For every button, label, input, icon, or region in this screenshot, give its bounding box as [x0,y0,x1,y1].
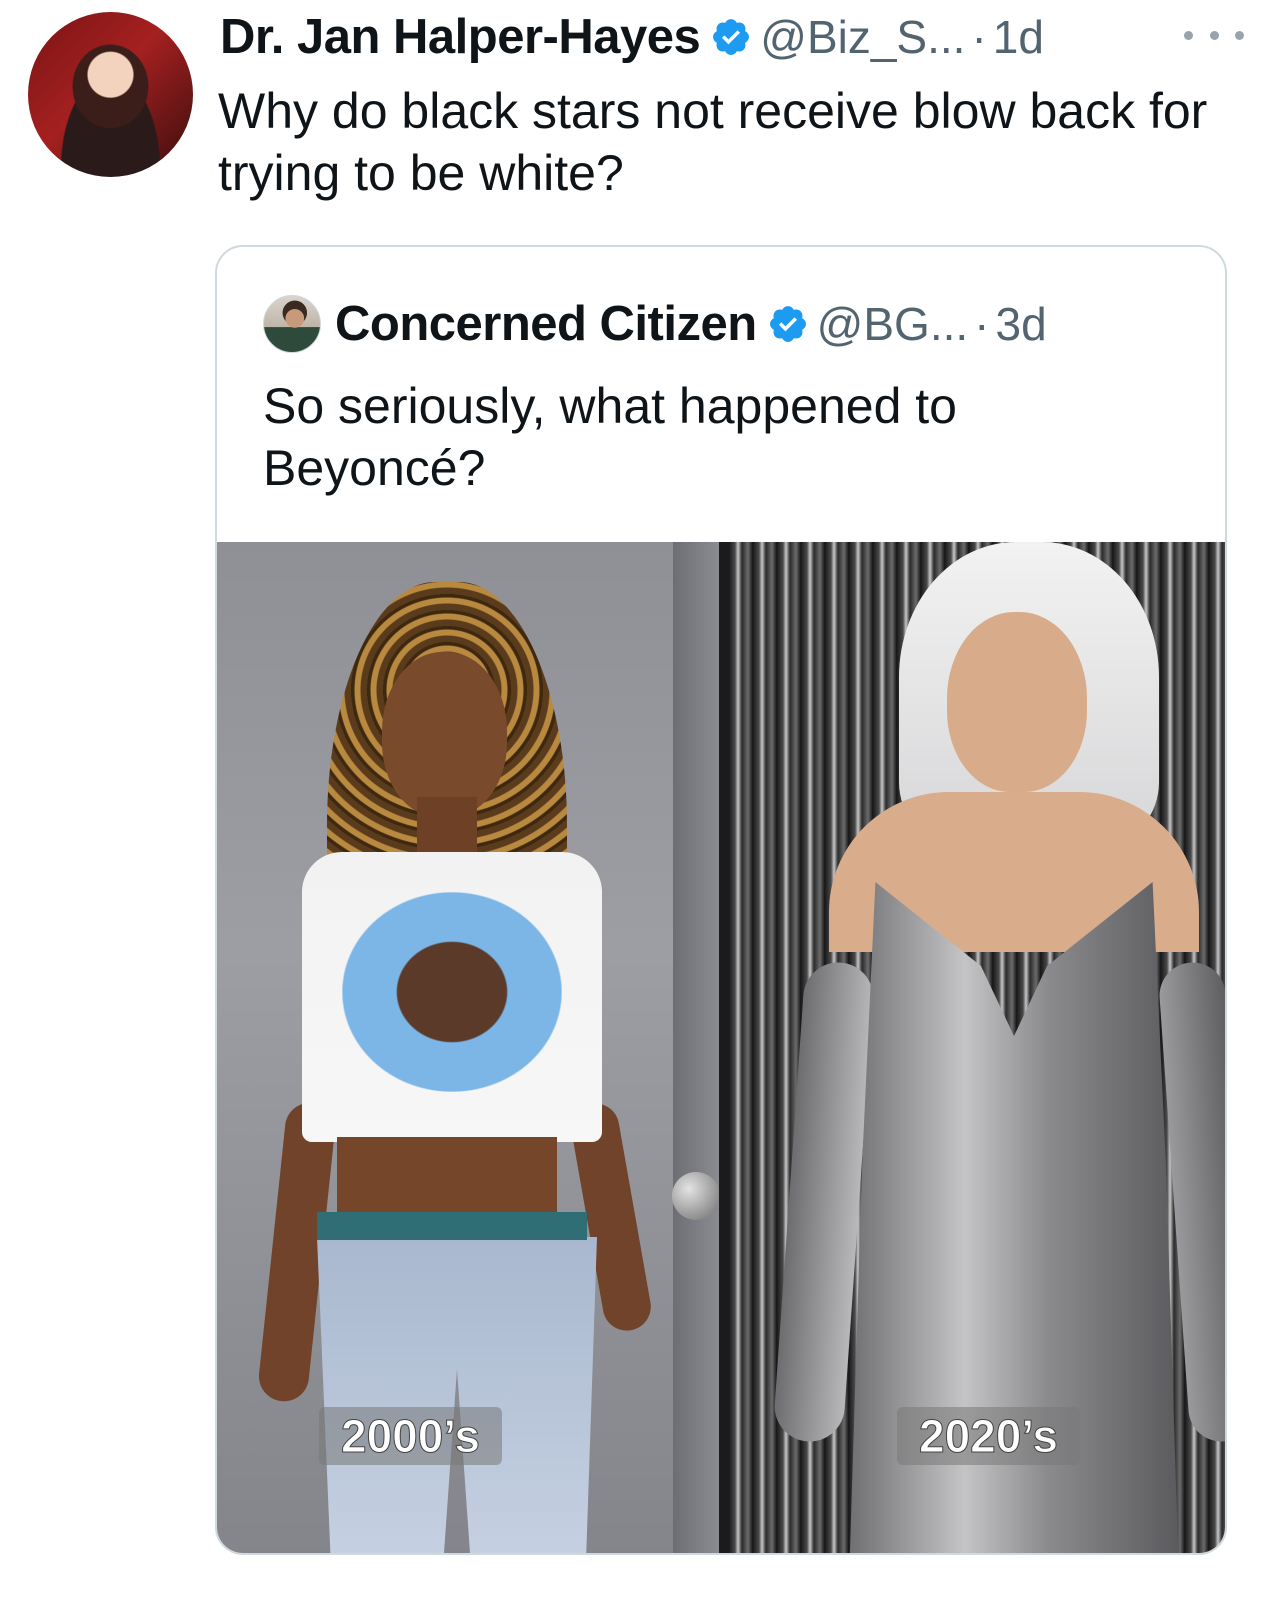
quoted-tweet-text: So seriously, what happened to Beyoncé? [263,378,957,496]
figure-belt [317,1212,587,1240]
photo-2020s[interactable]: 2020’s [729,542,1225,1553]
quoted-author-display-name[interactable]: Concerned Citizen [335,296,757,352]
tweet-header: Dr. Jan Halper-Hayes @Biz_S... · 1d [220,8,1044,66]
quoted-author-avatar[interactable] [263,295,321,353]
quoted-tweet-header: Concerned Citizen @BG... · 3d [263,293,1047,355]
separator-dot: · [971,11,987,63]
separator-dot: · [974,298,990,350]
quoted-tweet-card[interactable]: Concerned Citizen @BG... · 3d So serious… [215,245,1227,1555]
figure-jeans [317,1237,597,1553]
door-background [673,542,719,1553]
more-options-icon[interactable] [1184,18,1244,52]
quoted-author-handle[interactable]: @BG... [817,297,969,351]
quoted-tweet-media[interactable]: 2000’s 2020’s [217,542,1225,1553]
figure-face [382,652,507,817]
media-divider [719,542,729,1553]
author-handle[interactable]: @Biz_S... [760,10,965,64]
photo-2000s[interactable]: 2000’s [217,542,719,1553]
figure-face [947,612,1087,792]
tweet-text: Why do black stars not receive blow back… [218,83,1208,201]
tweet-timestamp[interactable]: 1d [993,10,1044,64]
era-label-left: 2000’s [319,1407,502,1465]
door-knob [672,1172,719,1220]
verified-badge-icon [769,306,806,342]
era-label-right: 2020’s [897,1407,1080,1465]
verified-badge-icon [713,19,750,55]
author-avatar[interactable] [28,12,193,177]
author-display-name[interactable]: Dr. Jan Halper-Hayes [220,9,701,65]
shirt-horse-print [342,892,562,1092]
quoted-tweet-timestamp[interactable]: 3d [996,297,1047,351]
